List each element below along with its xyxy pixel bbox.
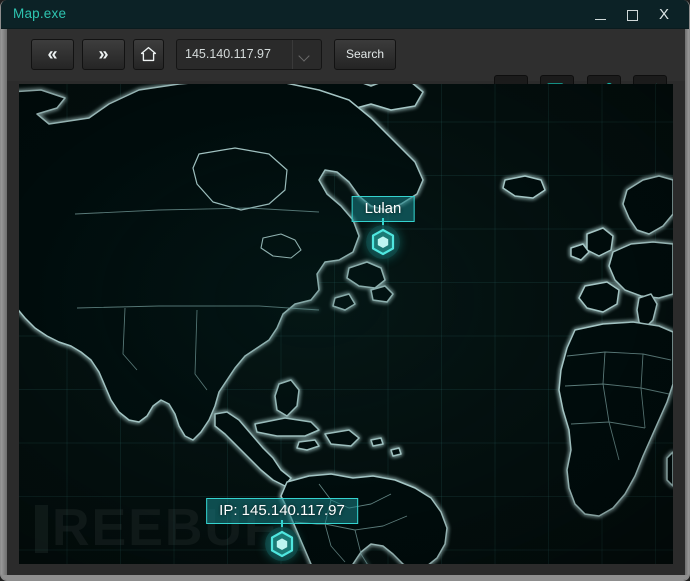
- double-chevron-right-icon: »: [98, 44, 109, 64]
- double-chevron-left-icon: «: [47, 44, 58, 64]
- maximize-icon: [626, 10, 638, 22]
- hexagon-icon: [371, 228, 395, 256]
- marker-ip-pin[interactable]: [265, 527, 299, 561]
- maximize-button[interactable]: [617, 0, 647, 29]
- ip-input-value[interactable]: 145.140.117.97: [185, 47, 271, 61]
- window-bottom-edge: [1, 575, 689, 580]
- home-button[interactable]: [133, 39, 164, 70]
- search-button[interactable]: Search: [334, 39, 396, 70]
- marker-lulan-pin[interactable]: [366, 225, 400, 259]
- close-button[interactable]: X: [649, 0, 679, 29]
- app-window: Map.exe X « » 145.140.117.97 Search Lula…: [0, 0, 690, 581]
- minimize-icon: [594, 18, 606, 21]
- title-bar: Map.exe X: [1, 0, 689, 29]
- window-title: Map.exe: [13, 6, 67, 21]
- window-right-edge: [685, 29, 689, 580]
- close-icon: X: [658, 6, 669, 23]
- ip-combobox[interactable]: 145.140.117.97: [176, 39, 322, 70]
- minimize-button[interactable]: [585, 0, 615, 29]
- hexagon-icon: [270, 530, 294, 558]
- chevron-down-icon[interactable]: [292, 40, 317, 69]
- back-button[interactable]: «: [31, 39, 74, 70]
- map-canvas[interactable]: REEBUF Lulan IP: 145.140.117.97: [19, 84, 673, 564]
- window-left-edge: [1, 29, 7, 580]
- home-icon: [140, 46, 157, 62]
- toolbar: « » 145.140.117.97 Search: [2, 29, 689, 109]
- forward-button[interactable]: »: [82, 39, 125, 70]
- map-coastlines: [19, 84, 673, 564]
